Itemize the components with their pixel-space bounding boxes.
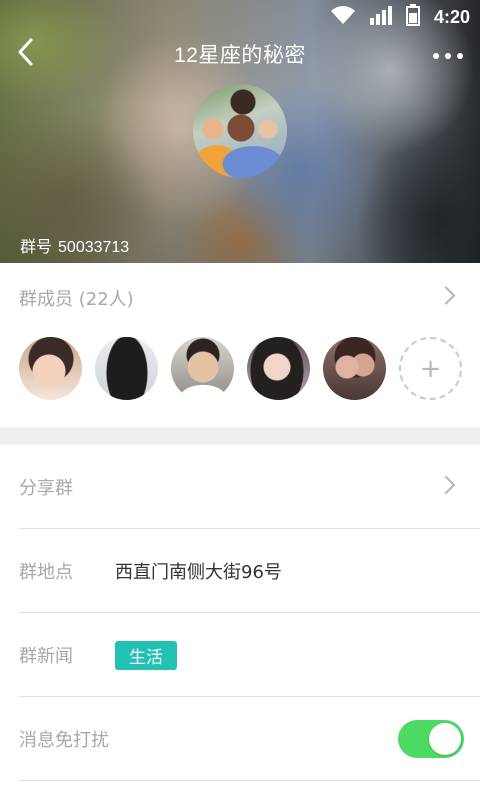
- signal-icon: [369, 5, 392, 29]
- group-location-value: 西直门南侧大街96号: [115, 562, 282, 583]
- member-avatar-list: +: [19, 337, 462, 400]
- group-avatar[interactable]: [193, 84, 287, 178]
- group-news-label: 群新闻: [19, 646, 73, 667]
- members-section: 群成员 (22人) +: [0, 263, 480, 427]
- news-category-tag[interactable]: 生活: [115, 640, 177, 670]
- group-id-label: 群号: [20, 239, 53, 256]
- member-avatar[interactable]: [171, 337, 234, 400]
- group-news-row: 群新闻 生活: [0, 613, 480, 697]
- group-id-value: 50033713: [58, 239, 130, 256]
- group-settings-list: 分享群 群地点 西直门南侧大街96号 群新闻 生活 消息免打扰: [0, 445, 480, 781]
- group-id: 群号 50033713: [20, 233, 135, 257]
- do-not-disturb-label: 消息免打扰: [19, 730, 109, 751]
- members-title: 群成员 (22人): [19, 289, 134, 310]
- chevron-right-icon: [444, 475, 456, 499]
- toggle-knob: [429, 723, 461, 755]
- group-location-row: 群地点 西直门南侧大街96号: [0, 529, 480, 613]
- row-divider: [19, 780, 480, 781]
- battery-icon: [405, 4, 420, 30]
- member-avatar[interactable]: [247, 337, 310, 400]
- back-arrow-icon: [17, 38, 33, 70]
- back-button[interactable]: [10, 38, 40, 70]
- member-avatar[interactable]: [323, 337, 386, 400]
- more-options-button[interactable]: [430, 38, 466, 70]
- page-title: 12星座的秘密: [174, 44, 306, 67]
- group-location-label: 群地点: [19, 562, 73, 583]
- plus-icon: +: [419, 353, 442, 384]
- wifi-icon: [330, 5, 356, 29]
- section-divider: [0, 427, 480, 445]
- member-avatar[interactable]: [95, 337, 158, 400]
- share-group-label: 分享群: [19, 478, 73, 499]
- status-bar: 4:20: [0, 0, 480, 34]
- do-not-disturb-toggle[interactable]: [398, 720, 464, 758]
- do-not-disturb-row: 消息免打扰: [0, 697, 480, 781]
- share-group-row[interactable]: 分享群: [0, 445, 480, 529]
- add-member-button[interactable]: +: [399, 337, 462, 400]
- members-header-row[interactable]: 群成员 (22人): [0, 263, 480, 333]
- member-avatar[interactable]: [19, 337, 82, 400]
- navigation-bar: 12星座的秘密: [0, 34, 480, 74]
- more-dots-icon: [432, 45, 464, 64]
- chevron-right-icon: [444, 286, 456, 311]
- status-time: 4:20: [433, 6, 470, 27]
